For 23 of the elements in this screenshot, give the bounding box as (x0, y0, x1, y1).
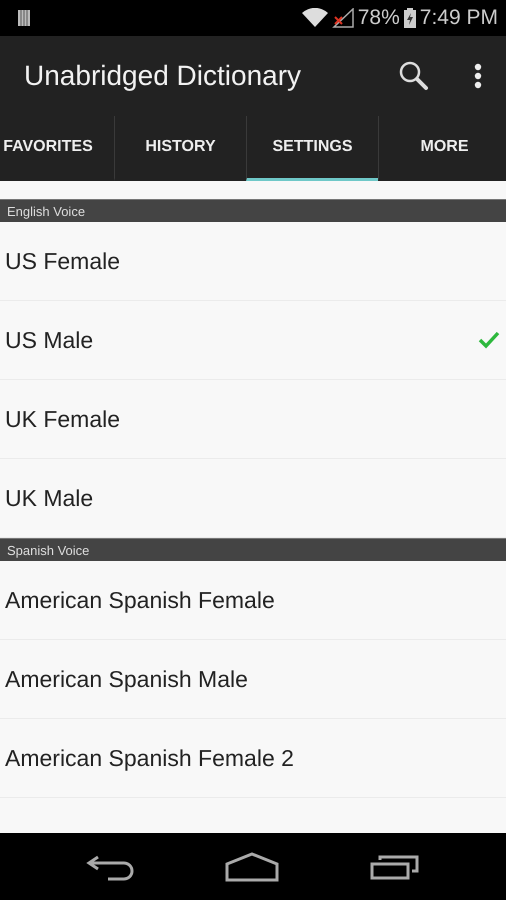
section-header: Spanish Voice (0, 538, 506, 561)
voice-option[interactable]: American Spanish Female (0, 561, 506, 640)
voice-option[interactable]: US Male (0, 301, 506, 380)
app-title: Unabridged Dictionary (24, 60, 302, 92)
section-header: English Voice (0, 199, 506, 222)
overflow-menu-icon[interactable] (474, 63, 482, 89)
clock: 7:49 PM (420, 6, 498, 30)
tab[interactable]: FAVORITES (0, 116, 114, 181)
notification-icon (18, 10, 30, 26)
battery-percent: 78% (358, 6, 400, 30)
home-icon[interactable] (224, 852, 279, 882)
voice-option[interactable]: US Female (0, 222, 506, 301)
tab[interactable]: SETTINGS (246, 116, 378, 181)
voice-option[interactable]: American Spanish Male (0, 640, 506, 719)
tab[interactable]: HISTORY (114, 116, 246, 181)
recent-apps-icon[interactable] (370, 854, 420, 880)
search-icon[interactable] (398, 60, 430, 92)
battery-charging-icon (404, 8, 416, 28)
voice-option[interactable]: American Spanish Female 2 (0, 719, 506, 798)
tab[interactable]: MORE (378, 116, 506, 181)
no-signal-icon (332, 8, 354, 28)
voice-option[interactable]: UK Female (0, 380, 506, 459)
wifi-icon (302, 8, 328, 28)
